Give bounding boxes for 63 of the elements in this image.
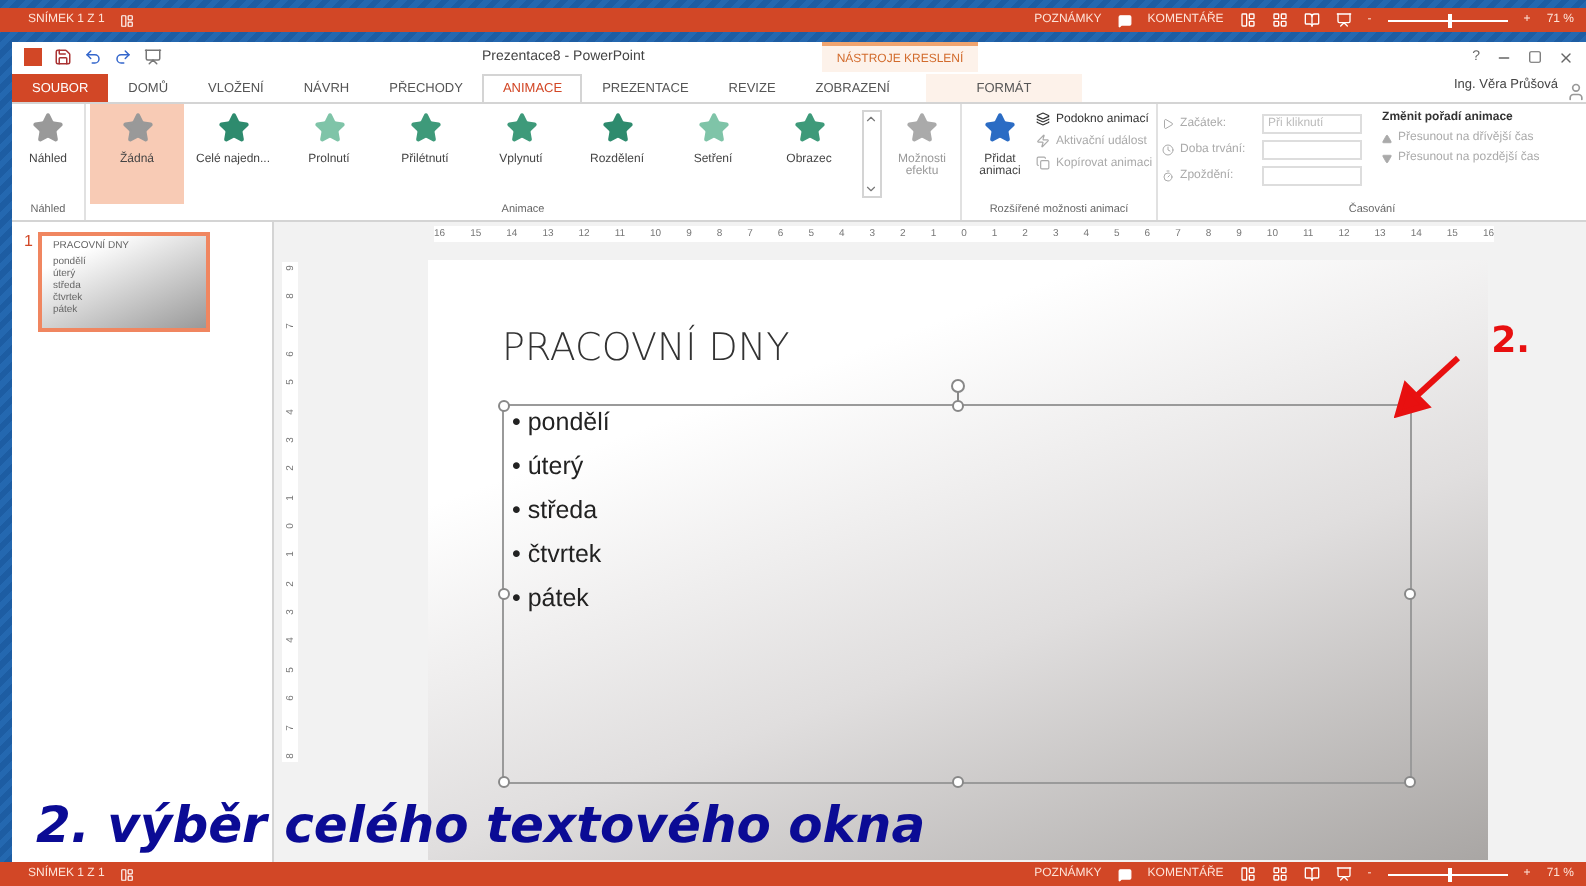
- star-icon: [906, 112, 938, 144]
- star-icon: [793, 112, 825, 144]
- annotation-label: 2.: [1491, 320, 1530, 362]
- bullet-item: • pátek: [512, 582, 591, 614]
- caption: 2. výběr celého textového okna: [36, 796, 926, 854]
- delay-field[interactable]: [1262, 165, 1363, 185]
- grid-view-icon[interactable]: [1271, 866, 1288, 882]
- save-icon[interactable]: [54, 48, 72, 66]
- bullet-item: • středa: [512, 494, 600, 526]
- up-triangle-icon: [1382, 133, 1393, 143]
- star-icon: [601, 112, 633, 144]
- resize-handle[interactable]: [951, 776, 963, 788]
- rotate-handle[interactable]: [950, 378, 966, 402]
- undo-icon[interactable]: [84, 48, 102, 66]
- restore-icon[interactable]: [1528, 50, 1542, 64]
- normal-view-icon[interactable]: [1239, 12, 1256, 28]
- resize-handle[interactable]: [1404, 588, 1416, 600]
- resize-handle[interactable]: [498, 400, 510, 412]
- layers-icon: [1036, 112, 1050, 126]
- comment-icon[interactable]: [1117, 867, 1132, 881]
- star-icon: [505, 112, 537, 144]
- bullet-item: • úterý: [512, 450, 586, 482]
- notes-page-icon[interactable]: [120, 867, 135, 881]
- timer-icon: [1162, 169, 1175, 181]
- star-icon: [217, 112, 249, 144]
- play-icon: [1162, 117, 1175, 129]
- chevron-down-icon[interactable]: [864, 182, 878, 196]
- star-icon: [697, 112, 729, 144]
- grid-view-icon[interactable]: [1271, 12, 1288, 28]
- star-icon: [313, 112, 345, 144]
- slide-number: 1: [24, 232, 33, 254]
- comment-icon[interactable]: [1117, 13, 1132, 27]
- redo-icon[interactable]: [114, 48, 132, 66]
- resize-handle[interactable]: [498, 776, 510, 788]
- reading-view-icon[interactable]: [1303, 866, 1320, 882]
- close-icon[interactable]: [1558, 49, 1574, 65]
- resize-handle[interactable]: [498, 588, 510, 600]
- gallery-scrollbar[interactable]: [862, 110, 882, 198]
- duration-field[interactable]: [1262, 139, 1363, 159]
- avatar-icon[interactable]: [1566, 82, 1586, 102]
- zoom-thumb[interactable]: [1447, 867, 1452, 881]
- slideshow-icon[interactable]: [144, 48, 162, 66]
- chevron-up-icon[interactable]: [864, 112, 878, 126]
- resize-handle[interactable]: [951, 400, 963, 412]
- reading-view-icon[interactable]: [1303, 12, 1320, 28]
- bullet-item: • čtvrtek: [512, 538, 604, 570]
- star-icon: [32, 112, 64, 144]
- copy-icon: [1036, 156, 1050, 170]
- powerpoint-logo-icon: [24, 48, 42, 66]
- bullet-item: • pondělí: [512, 406, 612, 438]
- down-triangle-icon: [1382, 153, 1393, 163]
- resize-handle[interactable]: [1404, 776, 1416, 788]
- star-icon: [121, 112, 153, 144]
- clock-icon: [1162, 143, 1175, 155]
- arrow-icon: [1394, 354, 1462, 418]
- zoom-thumb[interactable]: [1447, 13, 1452, 27]
- normal-view-icon[interactable]: [1239, 866, 1256, 882]
- slideshow-icon[interactable]: [1335, 12, 1352, 28]
- lightning-icon: [1036, 134, 1050, 148]
- slideshow-icon[interactable]: [1335, 866, 1352, 882]
- notes-page-icon[interactable]: [120, 13, 135, 27]
- star-icon: [409, 112, 441, 144]
- slide-title: PRACOVNÍ DNY: [502, 326, 792, 370]
